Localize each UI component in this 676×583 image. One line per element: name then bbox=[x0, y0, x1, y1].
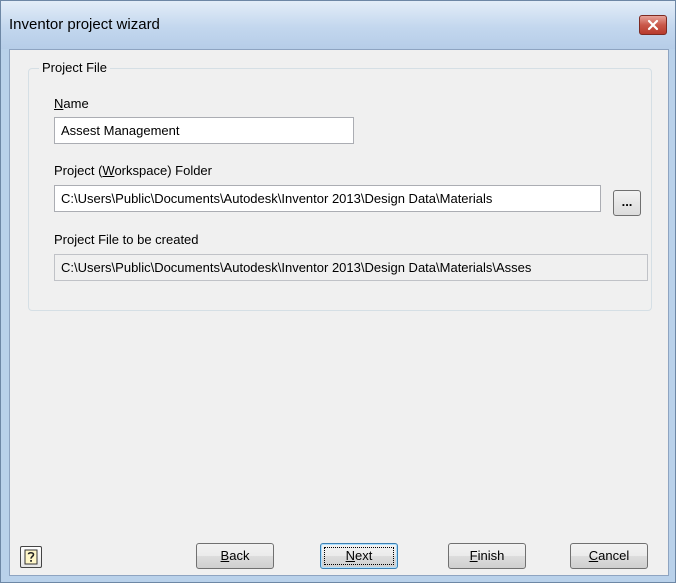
window-title: Inventor project wizard bbox=[9, 16, 160, 33]
workspace-folder-input[interactable]: C:\Users\Public\Documents\Autodesk\Inven… bbox=[54, 185, 601, 212]
name-label-rest: ame bbox=[63, 96, 89, 111]
project-file-created-label: Project File to be created bbox=[54, 232, 199, 247]
help-button[interactable] bbox=[20, 546, 42, 568]
back-accel: B bbox=[220, 548, 230, 563]
name-label-accel: N bbox=[54, 96, 64, 111]
wizard-window: Inventor project wizard Project File Nam… bbox=[0, 0, 676, 583]
title-bar[interactable]: Inventor project wizard bbox=[1, 1, 675, 49]
workspace-label-post: orkspace) Folder bbox=[114, 163, 212, 178]
help-icon bbox=[24, 549, 38, 565]
back-button[interactable]: Back bbox=[196, 543, 274, 569]
workspace-label-pre: Project ( bbox=[54, 163, 103, 178]
cancel-rest: ancel bbox=[598, 548, 630, 563]
focus-ring bbox=[324, 547, 394, 565]
project-file-created-field: C:\Users\Public\Documents\Autodesk\Inven… bbox=[54, 254, 648, 281]
finish-accel: F bbox=[469, 548, 478, 563]
dialog-body: Project File Name Assest Management Proj… bbox=[9, 49, 669, 576]
name-input[interactable]: Assest Management bbox=[54, 117, 354, 144]
browse-button[interactable]: ... bbox=[613, 190, 641, 216]
close-icon bbox=[647, 19, 659, 31]
cancel-button[interactable]: Cancel bbox=[570, 543, 648, 569]
project-file-group: Project File Name Assest Management Proj… bbox=[28, 60, 652, 311]
cancel-accel: C bbox=[588, 548, 599, 563]
workspace-folder-label: Project (Workspace) Folder bbox=[54, 163, 212, 178]
finish-button[interactable]: Finish bbox=[448, 543, 526, 569]
group-legend: Project File bbox=[39, 60, 111, 75]
next-button[interactable]: Next bbox=[320, 543, 398, 569]
back-rest: ack bbox=[229, 548, 250, 563]
finish-rest: inish bbox=[477, 548, 505, 563]
close-button[interactable] bbox=[639, 15, 667, 35]
name-label: Name bbox=[54, 96, 89, 111]
workspace-label-accel: W bbox=[102, 163, 115, 178]
